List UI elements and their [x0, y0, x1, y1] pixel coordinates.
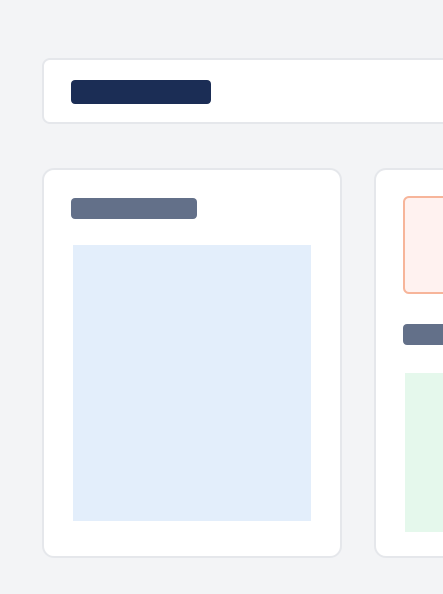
right-card-title-placeholder — [403, 324, 443, 345]
page — [0, 0, 443, 594]
right-card-content-block — [405, 373, 443, 532]
left-card-title-placeholder — [71, 198, 197, 219]
left-card-content-block — [73, 245, 311, 521]
header-panel — [42, 58, 443, 124]
right-card — [374, 168, 443, 558]
right-card-alert-box — [403, 196, 443, 294]
header-title-placeholder — [71, 80, 211, 104]
left-card — [42, 168, 342, 558]
